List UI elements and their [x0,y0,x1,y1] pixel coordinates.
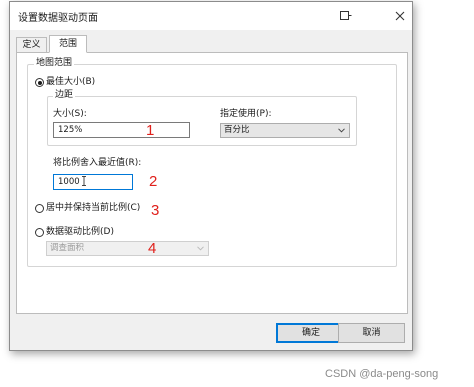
title-bar[interactable]: 设置数据驱动页面 [10,2,412,30]
ok-button[interactable]: 确定 [276,323,346,343]
size-input[interactable]: 125% [53,122,190,138]
best-fit-label[interactable]: 最佳大小(B) [46,77,95,88]
cancel-button[interactable]: 取消 [338,323,405,343]
best-fit-radio[interactable] [35,78,44,87]
text-cursor-icon [82,176,86,186]
watermark: CSDN @da-peng-song [325,368,439,380]
annotation-4: 4 [148,240,157,257]
map-extent-group-title: 地图范围 [34,58,75,69]
data-driven-field-select[interactable]: 调查面积 [46,241,209,256]
extent-tab-panel: 地图范围 最佳大小(B) 边距 大小(S): 125% 1 指定使用(P): 百… [16,52,408,314]
units-label: 指定使用(P): [220,109,272,119]
units-select-value: 百分比 [224,125,250,135]
center-label[interactable]: 居中并保持当前比例(C) [46,203,140,214]
chevron-down-icon [197,246,204,251]
center-radio[interactable] [35,204,44,213]
tab-definition[interactable]: 定义 [16,37,47,53]
units-select[interactable]: 百分比 [220,123,350,138]
annotation-2: 2 [149,173,158,190]
margin-group-title: 边距 [53,90,76,101]
annotation-1: 1 [146,122,155,139]
chevron-down-icon [338,128,345,133]
round-scale-label: 将比例舍入最近值(R): [53,158,142,168]
data-driven-label[interactable]: 数据驱动比例(D) [46,227,114,238]
data-driven-radio[interactable] [35,228,44,237]
close-icon[interactable] [392,8,408,24]
settings-dialog: 设置数据驱动页面 定义 范围 地图范围 最佳大小(B) 边距 大小(S): 12… [9,1,413,351]
window-mode-icon[interactable] [340,11,352,20]
round-scale-input[interactable]: 1000 [53,174,133,190]
tab-extent[interactable]: 范围 [49,35,87,53]
data-driven-field-value: 调查面积 [50,243,85,253]
size-label: 大小(S): [53,109,87,119]
margin-group [47,96,357,146]
window-title: 设置数据驱动页面 [18,13,98,24]
annotation-3: 3 [151,202,160,219]
